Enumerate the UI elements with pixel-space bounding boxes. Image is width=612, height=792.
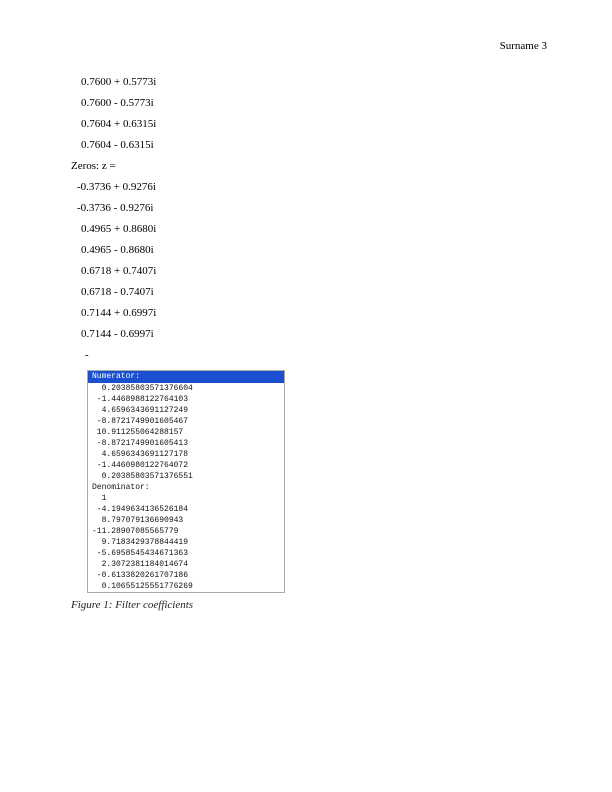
header-surname: Surname [500, 40, 539, 52]
coefficients-panel: Numerator: 0.20385803571376604 -1.446898… [87, 370, 285, 593]
pole-value: 0.7600 - 0.5773i [71, 93, 541, 114]
numerator-label: Numerator: [88, 371, 284, 383]
denominator-value: 9.7183429378844419 [88, 537, 284, 548]
numerator-value: -1.4468988122764103 [88, 394, 284, 405]
denominator-value: -0.6133820261707186 [88, 570, 284, 581]
numerator-value: -8.8721749901605467 [88, 416, 284, 427]
page-header: Surname 3 [500, 40, 547, 52]
zeros-label: Zeros: z = [71, 156, 541, 177]
pole-value: 0.7600 + 0.5773i [71, 72, 541, 93]
zero-value: 0.4965 + 0.8680i [71, 219, 541, 240]
denominator-value: 8.797079136690943 [88, 515, 284, 526]
numerator-value: -8.8721749901605413 [88, 438, 284, 449]
denominator-value: 2.3072381184014674 [88, 559, 284, 570]
zero-value: -0.3736 + 0.9276i [71, 177, 541, 198]
pole-value: 0.7604 - 0.6315i [71, 135, 541, 156]
header-page: 3 [542, 40, 548, 52]
denominator-value: -5.6958545434671363 [88, 548, 284, 559]
figure-caption: Figure 1: Filter coefficients [71, 599, 541, 611]
zero-value: 0.7144 + 0.6997i [71, 303, 541, 324]
zero-value: 0.7144 - 0.6997i [71, 324, 541, 345]
denominator-value: 0.10655125551776269 [88, 581, 284, 592]
dash-line: - [71, 345, 541, 366]
zero-value: -0.3736 - 0.9276i [71, 198, 541, 219]
numerator-value: 4.6596343691127178 [88, 449, 284, 460]
zero-value: 0.4965 - 0.8680i [71, 240, 541, 261]
numerator-value: 0.20385803571376551 [88, 471, 284, 482]
main-content: 0.7600 + 0.5773i 0.7600 - 0.5773i 0.7604… [71, 72, 541, 611]
numerator-value: 10.911255064288157 [88, 427, 284, 438]
numerator-value: -1.4460980122764072 [88, 460, 284, 471]
zero-value: 0.6718 + 0.7407i [71, 261, 541, 282]
denominator-value: -11.28907085565779 [88, 526, 284, 537]
zero-value: 0.6718 - 0.7407i [71, 282, 541, 303]
denominator-value: -4.1949634136526184 [88, 504, 284, 515]
numerator-value: 0.20385803571376604 [88, 383, 284, 394]
denominator-label: Denominator: [88, 482, 284, 493]
denominator-value: 1 [88, 493, 284, 504]
pole-value: 0.7604 + 0.6315i [71, 114, 541, 135]
numerator-value: 4.6596343691127249 [88, 405, 284, 416]
